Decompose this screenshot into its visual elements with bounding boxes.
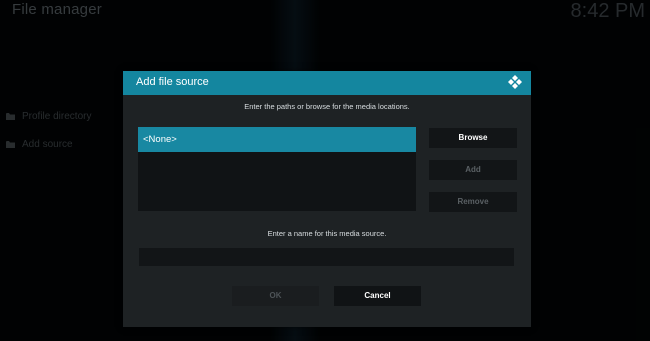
- path-list[interactable]: <None>: [138, 127, 416, 211]
- browse-button[interactable]: Browse: [429, 128, 517, 148]
- source-name-input[interactable]: [139, 248, 514, 266]
- paths-instruction: Enter the paths or browse for the media …: [244, 102, 410, 111]
- kodi-logo-icon: [506, 74, 524, 92]
- dialog-header: Add file source: [123, 71, 531, 95]
- ok-button[interactable]: OK: [232, 286, 319, 306]
- add-file-source-dialog: Add file source Enter the paths or brows…: [123, 71, 531, 327]
- dialog-title: Add file source: [136, 76, 209, 88]
- path-list-item[interactable]: <None>: [138, 127, 416, 152]
- kodi-screen: File manager 8:42 PM Profile directory A…: [0, 0, 650, 341]
- name-instruction: Enter a name for this media source.: [267, 229, 387, 238]
- add-button[interactable]: Add: [429, 160, 517, 180]
- cancel-button[interactable]: Cancel: [334, 286, 421, 306]
- remove-button[interactable]: Remove: [429, 192, 517, 212]
